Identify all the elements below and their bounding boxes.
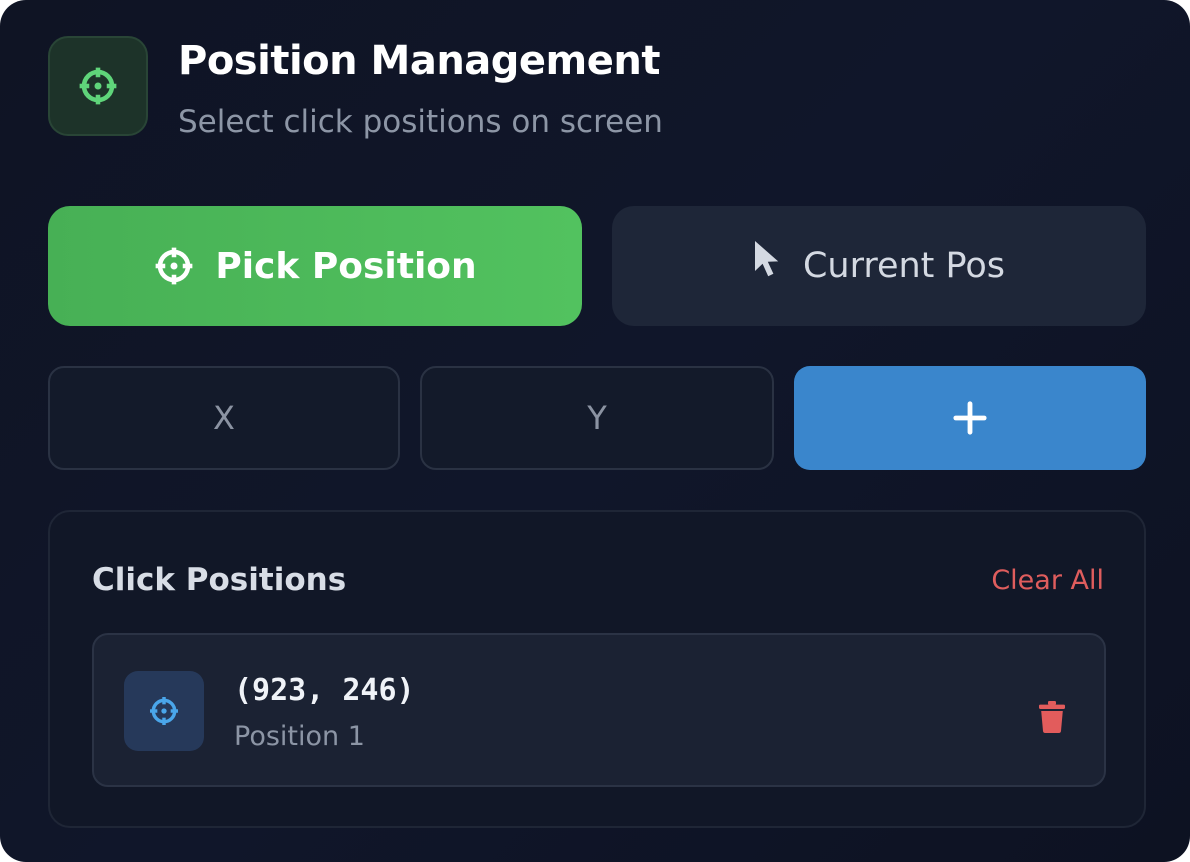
add-position-button[interactable] [794, 366, 1146, 470]
position-label: Position 1 [234, 721, 365, 752]
x-coordinate-input[interactable] [48, 366, 400, 470]
mouse-pointer-icon [753, 239, 783, 279]
crosshair-icon [77, 65, 119, 107]
plus-icon [953, 401, 987, 435]
trash-icon[interactable] [1034, 699, 1070, 735]
clear-all-button[interactable]: Clear All [991, 565, 1104, 596]
position-management-panel: Position Management Select click positio… [0, 0, 1190, 862]
current-position-button[interactable]: Current Pos [612, 206, 1146, 326]
page-subtitle: Select click positions on screen [178, 104, 663, 140]
click-positions-title: Click Positions [92, 562, 347, 598]
y-coordinate-input[interactable] [420, 366, 774, 470]
crosshair-icon [153, 245, 195, 287]
page-title: Position Management [178, 38, 660, 84]
crosshair-icon [148, 695, 180, 727]
pick-position-button[interactable]: Pick Position [48, 206, 582, 326]
current-position-label: Current Pos [802, 246, 1006, 286]
position-icon-tile [124, 671, 204, 751]
header-icon-tile [48, 36, 148, 136]
click-positions-card: Click Positions Clear All (923, 246) Pos… [48, 510, 1146, 828]
position-coordinates: (923, 246) [234, 673, 415, 708]
pick-position-label: Pick Position [215, 245, 477, 287]
list-item: (923, 246) Position 1 [92, 633, 1106, 787]
